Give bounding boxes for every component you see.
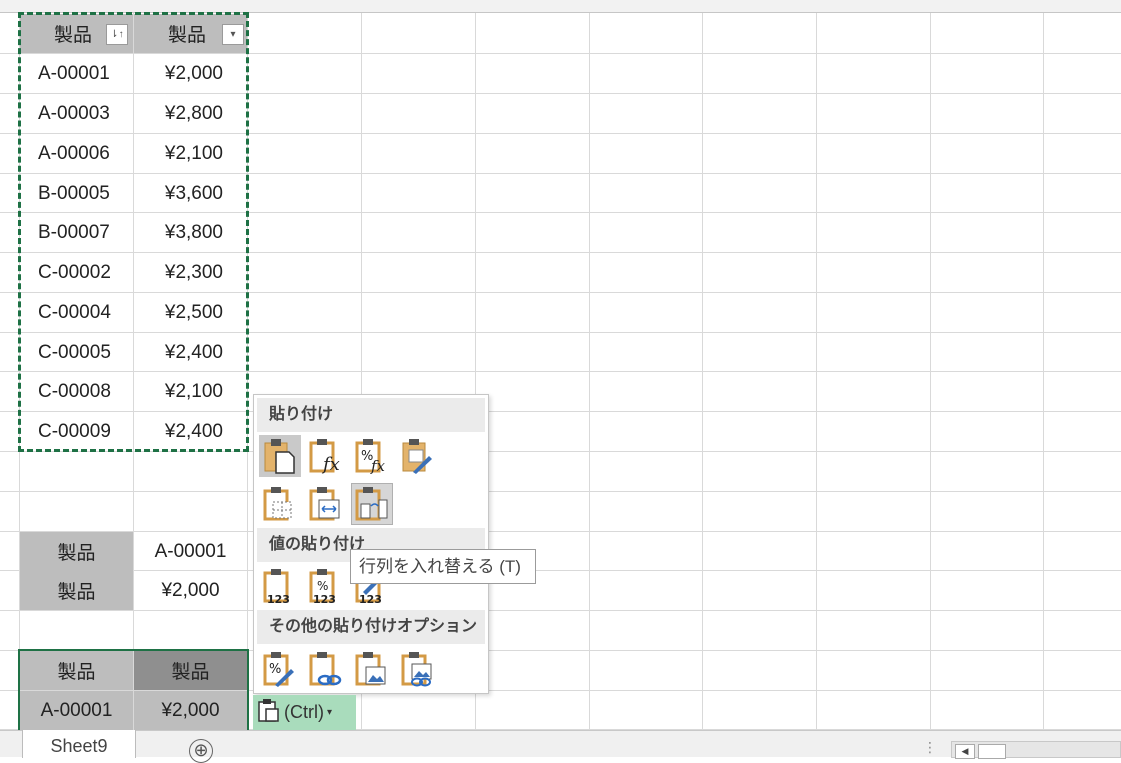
header-a-label: 製品 xyxy=(54,25,93,46)
sheet-tab[interactable]: Sheet9 xyxy=(22,730,136,758)
sort-filter-icon[interactable]: ⇂↑ xyxy=(106,24,128,45)
percent-glyph: % xyxy=(317,579,328,593)
cell-price[interactable]: ¥2,400 xyxy=(134,412,247,451)
percent-glyph: % xyxy=(269,662,281,677)
pasted-header-b[interactable]: 製品 xyxy=(134,651,247,690)
pasted-cell-a[interactable]: A-00001 xyxy=(20,691,133,730)
fx-glyph: fx xyxy=(370,457,386,474)
section-other-title: その他の貼り付けオプション xyxy=(257,610,485,644)
paste-values-number-format-icon[interactable]: % 123 xyxy=(305,565,347,607)
paste-options-ctrl-button[interactable]: (Ctrl) ▾ xyxy=(253,695,356,730)
paste-options-menu: 貼り付け fx % fx 値の貼り付け 123 % 123 123 その他の貼り付け… xyxy=(253,394,489,694)
transposed-value-2[interactable]: ¥2,000 xyxy=(134,571,247,610)
cell-price[interactable]: ¥2,100 xyxy=(134,134,247,173)
dropdown-arrow-icon: ▾ xyxy=(326,707,333,718)
fx-glyph: fx xyxy=(321,454,340,474)
paste-link-icon[interactable] xyxy=(305,648,347,690)
cell-product-a[interactable]: B-00005 xyxy=(20,174,133,213)
header-b-label: 製品 xyxy=(168,25,207,46)
tab-splitter-icon[interactable]: ⋮ xyxy=(923,739,937,756)
sheet-tab-bar: Sheet9 ⊕ ⋮ ◀ xyxy=(0,730,1121,763)
pasted-header-a[interactable]: 製品 xyxy=(20,651,133,690)
transpose-tooltip: 行列を入れ替える (T) xyxy=(350,549,536,584)
section-paste-title: 貼り付け xyxy=(257,398,485,432)
cell-product-a[interactable]: C-00004 xyxy=(20,293,133,332)
cell-product-a[interactable]: A-00003 xyxy=(20,94,133,133)
cell-price[interactable]: ¥2,800 xyxy=(134,94,247,133)
cell-product-a[interactable]: A-00001 xyxy=(20,54,133,93)
transposed-value-1[interactable]: A-00001 xyxy=(134,532,247,571)
horizontal-scrollbar[interactable]: ◀ xyxy=(951,741,1121,759)
cell-price[interactable]: ¥3,600 xyxy=(134,174,247,213)
cell-product-a[interactable]: B-00007 xyxy=(20,213,133,252)
transposed-header-2[interactable]: 製品 xyxy=(20,571,133,610)
cell-product-a[interactable]: C-00009 xyxy=(20,412,133,451)
cell-price[interactable]: ¥2,000 xyxy=(134,54,247,93)
filter-dropdown-icon[interactable]: ▾ xyxy=(222,24,244,45)
cell-price[interactable]: ¥2,500 xyxy=(134,293,247,332)
value-digits: 123 xyxy=(359,593,382,604)
cell-product-a[interactable]: C-00008 xyxy=(20,372,133,411)
ctrl-label: (Ctrl) xyxy=(284,702,324,722)
paste-transpose-icon[interactable] xyxy=(351,483,393,525)
value-digits: 123 xyxy=(313,593,336,604)
add-sheet-icon[interactable]: ⊕ xyxy=(189,739,213,763)
cell-product-a[interactable]: A-00006 xyxy=(20,134,133,173)
value-digits: 123 xyxy=(267,593,290,604)
paste-no-borders-icon[interactable] xyxy=(259,483,301,525)
paste-icon[interactable] xyxy=(259,435,301,477)
pasted-cell-b[interactable]: ¥2,000 xyxy=(134,691,247,730)
paste-values-icon[interactable]: 123 xyxy=(259,565,301,607)
worksheet-grid[interactable]: 製品 ⇂↑ 製品 ▾ A-00001 ¥2,000 A-00003 ¥2,800… xyxy=(0,0,1121,730)
cell-product-a[interactable]: C-00005 xyxy=(20,333,133,372)
clipboard-icon xyxy=(258,698,280,727)
cell-price[interactable]: ¥2,300 xyxy=(134,253,247,292)
cell-price[interactable]: ¥2,400 xyxy=(134,333,247,372)
paste-linked-picture-icon[interactable] xyxy=(397,648,439,690)
paste-formulas-number-format-icon[interactable]: % fx xyxy=(351,435,393,477)
cell-price[interactable]: ¥3,800 xyxy=(134,213,247,252)
paste-keep-formatting-icon[interactable] xyxy=(397,435,439,477)
paste-keep-column-widths-icon[interactable] xyxy=(305,483,347,525)
cell-product-a[interactable]: C-00002 xyxy=(20,253,133,292)
paste-formatting-icon[interactable]: % xyxy=(259,648,301,690)
transposed-header-1[interactable]: 製品 xyxy=(20,532,133,571)
paste-picture-icon[interactable] xyxy=(351,648,393,690)
cell-price[interactable]: ¥2,100 xyxy=(134,372,247,411)
paste-formulas-icon[interactable]: fx xyxy=(305,435,347,477)
